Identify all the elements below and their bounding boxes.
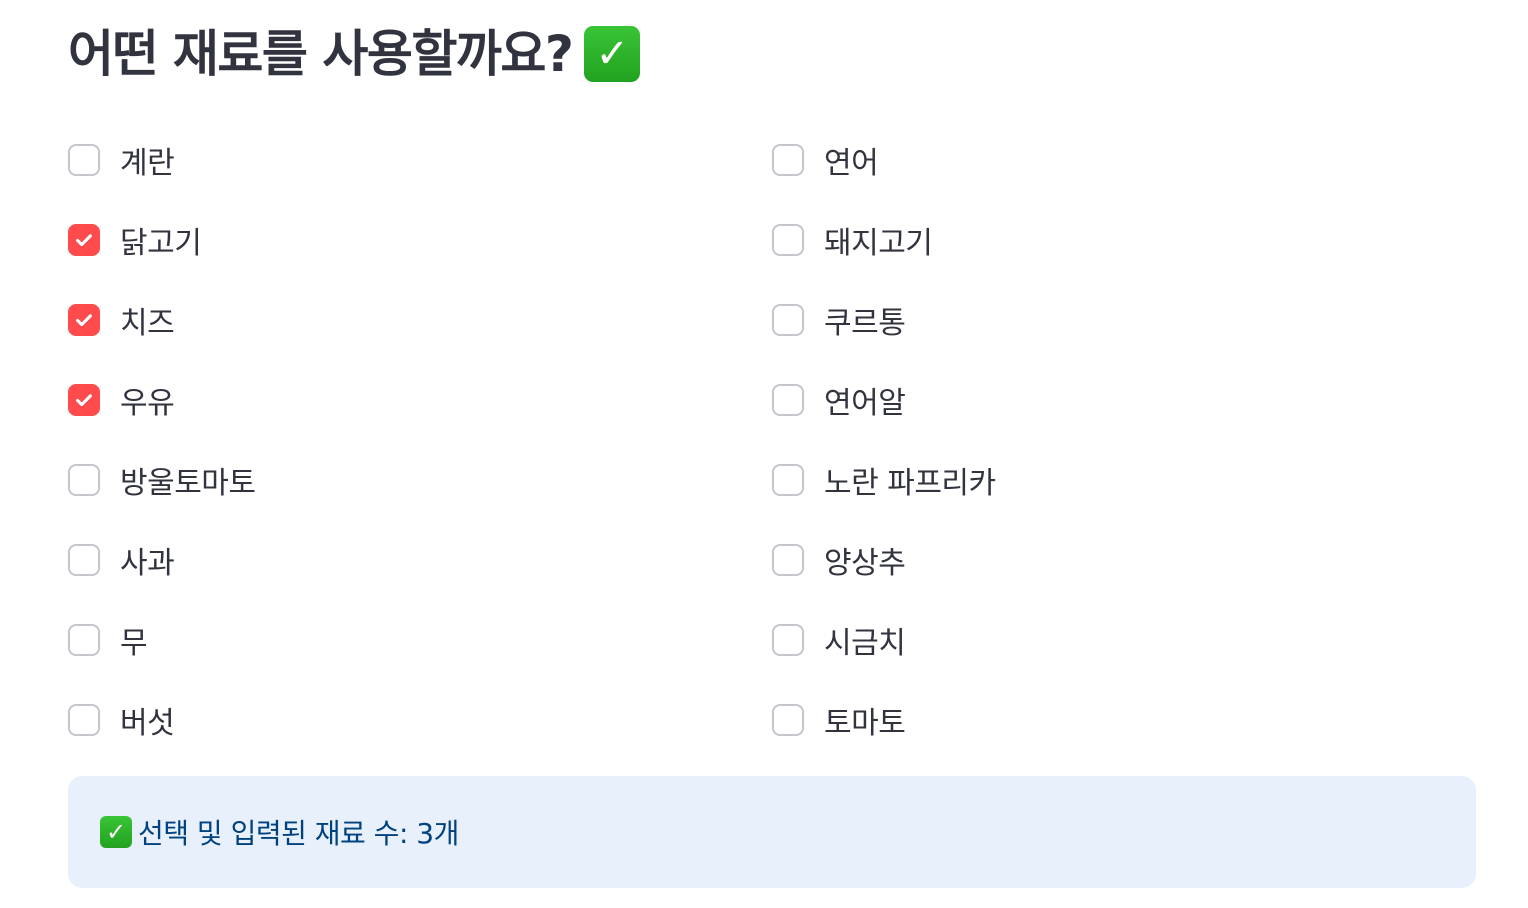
ingredient-checkbox-option[interactable]: 노란 파프리카 xyxy=(772,440,1476,520)
ingredient-checkbox-option[interactable]: 우유 xyxy=(68,360,772,440)
checkbox-checked[interactable] xyxy=(68,384,100,416)
ingredient-label: 돼지고기 xyxy=(824,226,933,261)
checkmark-icon xyxy=(76,234,92,247)
checkmark-icon xyxy=(76,314,92,327)
ingredient-label: 연어알 xyxy=(824,386,906,421)
checkbox-unchecked[interactable] xyxy=(772,704,804,736)
checkbox-unchecked[interactable] xyxy=(772,544,804,576)
selection-count-text: 선택 및 입력된 재료 수: 3개 xyxy=(138,817,459,850)
ingredient-label: 연어 xyxy=(824,146,879,181)
ingredient-label: 양상추 xyxy=(824,546,906,581)
checkbox-unchecked[interactable] xyxy=(68,544,100,576)
ingredient-label: 버섯 xyxy=(120,706,175,741)
ingredient-checkbox-option[interactable]: 토마토 xyxy=(772,680,1476,760)
ingredient-label: 계란 xyxy=(120,146,175,181)
checkbox-unchecked[interactable] xyxy=(68,624,100,656)
checkbox-unchecked[interactable] xyxy=(772,624,804,656)
ingredient-label: 방울토마토 xyxy=(120,466,256,501)
ingredient-label: 토마토 xyxy=(824,706,906,741)
ingredient-label: 사과 xyxy=(120,546,175,581)
checkbox-unchecked[interactable] xyxy=(772,144,804,176)
ingredient-column-right: 연어돼지고기쿠르통연어알노란 파프리카양상추시금치토마토 xyxy=(772,120,1476,760)
ingredient-checkbox-option[interactable]: 연어알 xyxy=(772,360,1476,440)
checkbox-unchecked[interactable] xyxy=(772,224,804,256)
ingredient-label: 치즈 xyxy=(120,306,175,341)
ingredient-label: 무 xyxy=(120,626,148,661)
checkbox-unchecked[interactable] xyxy=(772,304,804,336)
ingredient-checkbox-option[interactable]: 양상추 xyxy=(772,520,1476,600)
ingredient-checkbox-option[interactable]: 사과 xyxy=(68,520,772,600)
check-mark-button-icon: ✓ xyxy=(584,26,641,82)
ingredient-label: 노란 파프리카 xyxy=(824,466,996,501)
checkbox-checked[interactable] xyxy=(68,224,100,256)
checkmark-icon xyxy=(76,394,92,407)
ingredient-checkbox-option[interactable]: 닭고기 xyxy=(68,200,772,280)
checkbox-unchecked[interactable] xyxy=(68,464,100,496)
checkbox-unchecked[interactable] xyxy=(68,704,100,736)
ingredient-checkbox-option[interactable]: 연어 xyxy=(772,120,1476,200)
ingredient-checkbox-option[interactable]: 버섯 xyxy=(68,680,772,760)
page-title: 어떤 재료를 사용할까요? xyxy=(68,25,574,83)
ingredient-column-left: 계란닭고기치즈우유방울토마토사과무버섯 xyxy=(68,120,772,760)
check-mark-button-icon: ✓ xyxy=(100,816,132,848)
ingredient-checkbox-grid: 계란닭고기치즈우유방울토마토사과무버섯 연어돼지고기쿠르통연어알노란 파프리카양… xyxy=(68,120,1476,760)
checkbox-checked[interactable] xyxy=(68,304,100,336)
ingredient-selection-page: 어떤 재료를 사용할까요? ✓ 계란닭고기치즈우유방울토마토사과무버섯 연어돼지… xyxy=(0,0,1528,908)
ingredient-checkbox-option[interactable]: 방울토마토 xyxy=(68,440,772,520)
checkbox-unchecked[interactable] xyxy=(772,384,804,416)
ingredient-label: 우유 xyxy=(120,386,175,421)
ingredient-label: 쿠르통 xyxy=(824,306,906,341)
ingredient-checkbox-option[interactable]: 무 xyxy=(68,600,772,680)
ingredient-label: 시금치 xyxy=(824,626,906,661)
ingredient-checkbox-option[interactable]: 치즈 xyxy=(68,280,772,360)
checkbox-unchecked[interactable] xyxy=(772,464,804,496)
ingredient-checkbox-option[interactable]: 쿠르통 xyxy=(772,280,1476,360)
ingredient-checkbox-option[interactable]: 계란 xyxy=(68,120,772,200)
title-row: 어떤 재료를 사용할까요? ✓ xyxy=(68,22,641,86)
ingredient-label: 닭고기 xyxy=(120,226,202,261)
ingredient-checkbox-option[interactable]: 시금치 xyxy=(772,600,1476,680)
selection-count-info-box: ✓ 선택 및 입력된 재료 수: 3개 xyxy=(68,776,1476,888)
ingredient-checkbox-option[interactable]: 돼지고기 xyxy=(772,200,1476,280)
checkbox-unchecked[interactable] xyxy=(68,144,100,176)
